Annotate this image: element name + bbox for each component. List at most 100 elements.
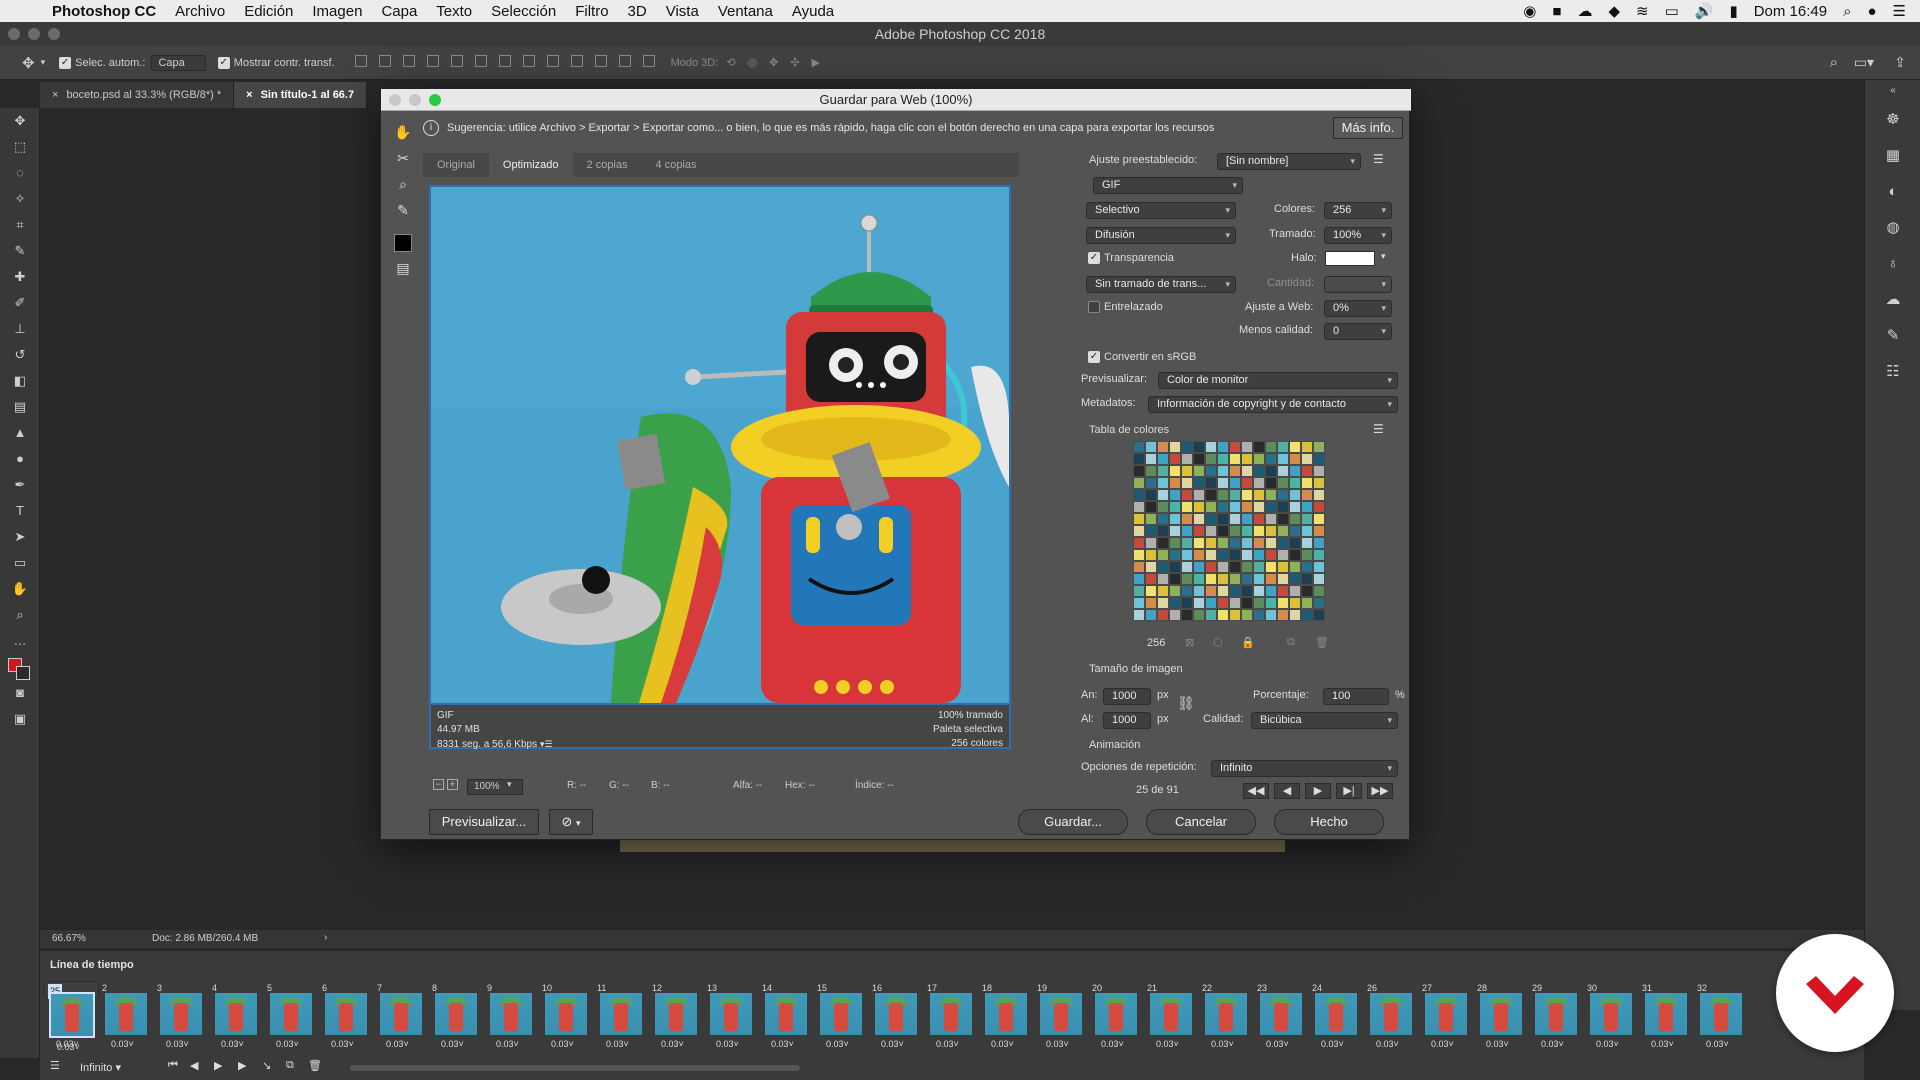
color-swatch[interactable] — [1145, 501, 1157, 513]
color-swatch[interactable] — [1265, 441, 1277, 453]
convert-srgb-checkbox[interactable]: ✓ Convertir en sRGB — [1088, 351, 1196, 364]
color-swatch[interactable] — [1193, 597, 1205, 609]
frame-thumbnail[interactable] — [325, 993, 367, 1035]
width-input[interactable]: 1000 — [1103, 688, 1151, 705]
lock-color-icon[interactable]: 🔒 — [1241, 636, 1255, 649]
color-swatch[interactable] — [1181, 609, 1193, 621]
transparency-dither-dropdown[interactable]: Sin tramado de trans... ▾ — [1086, 276, 1236, 293]
menu-seleccion[interactable]: Selección — [491, 3, 556, 20]
creative-cloud-icon[interactable]: ☁ — [1865, 282, 1920, 318]
color-swatch[interactable] — [1205, 525, 1217, 537]
minimize-window-button[interactable] — [28, 28, 40, 40]
frame-delay[interactable]: 0.03˅ — [386, 1039, 409, 1049]
frame-thumbnail[interactable] — [1260, 993, 1302, 1035]
last-frame-icon[interactable]: ▶▶ — [1367, 783, 1393, 799]
color-swatch[interactable] — [1289, 573, 1301, 585]
color-swatch[interactable] — [1157, 465, 1169, 477]
color-swatch[interactable] — [1157, 489, 1169, 501]
color-swatch[interactable] — [1169, 561, 1181, 573]
halo-color-swatch[interactable] — [1325, 251, 1375, 266]
color-swatch[interactable] — [1169, 465, 1181, 477]
siri-icon[interactable]: ● — [1867, 3, 1876, 20]
timeline-frame[interactable]: 7 0.03˅ — [374, 981, 429, 1051]
menu-imagen[interactable]: Imagen — [312, 3, 362, 20]
color-swatch[interactable] — [1301, 489, 1313, 501]
color-swatch[interactable] — [1277, 525, 1289, 537]
color-swatch[interactable] — [1265, 489, 1277, 501]
frame-delay[interactable]: 0.03˅ — [221, 1039, 244, 1049]
auto-align-icon[interactable] — [642, 55, 655, 67]
color-swatch[interactable] — [1313, 477, 1325, 489]
color-swatch[interactable] — [1217, 609, 1229, 621]
timeline-frame[interactable]: 2 0.03˅ — [99, 981, 154, 1051]
frame-thumbnail[interactable] — [1425, 993, 1467, 1035]
color-reduction-dropdown[interactable]: Selectivo ▾ — [1086, 202, 1236, 219]
frame-delay[interactable]: 0.03˅ — [1541, 1039, 1564, 1049]
frame-delay[interactable]: 0.03˅ — [936, 1039, 959, 1049]
dodge-tool-icon[interactable]: ● — [0, 446, 40, 472]
menu-capa[interactable]: Capa — [381, 3, 417, 20]
color-swatch[interactable] — [1277, 549, 1289, 561]
color-swatch[interactable] — [1241, 489, 1253, 501]
zoom-level[interactable]: 66.67% — [52, 933, 86, 944]
color-swatch[interactable] — [1133, 489, 1145, 501]
web-shift-icon[interactable]: ⬡ — [1213, 636, 1223, 649]
color-swatch[interactable] — [1169, 597, 1181, 609]
color-swatch[interactable] — [1205, 597, 1217, 609]
frame-delay[interactable]: 0.03˅ — [1651, 1039, 1674, 1049]
previous-frame-icon[interactable]: ◀︎ — [190, 1059, 198, 1072]
chevron-right-icon[interactable]: › — [324, 932, 327, 943]
hand-tool-icon[interactable]: ✋ — [0, 576, 40, 602]
color-swatch[interactable] — [1301, 477, 1313, 489]
color-swatch[interactable] — [1241, 585, 1253, 597]
color-swatch[interactable] — [1157, 525, 1169, 537]
color-swatch[interactable] — [1169, 453, 1181, 465]
chevron-down-icon[interactable]: ▾ — [1381, 251, 1386, 262]
frame-thumbnail[interactable] — [710, 993, 752, 1035]
frame-thumbnail[interactable] — [270, 993, 312, 1035]
timeline-frame[interactable]: 15 0.03˅ — [814, 981, 869, 1051]
brush-settings-icon[interactable]: ✎ — [1865, 318, 1920, 354]
quality-dropdown[interactable]: Bicúbica ▾ — [1251, 712, 1398, 729]
menu-vista[interactable]: Vista — [666, 3, 699, 20]
color-swatch[interactable] — [1181, 597, 1193, 609]
frame-delay[interactable]: 0.03˅ — [331, 1039, 354, 1049]
color-swatch[interactable] — [1241, 453, 1253, 465]
web-snap-field[interactable]: 0% ▾ — [1324, 300, 1392, 317]
color-swatch[interactable] — [1133, 609, 1145, 621]
color-swatch[interactable] — [1277, 573, 1289, 585]
frame-thumbnail[interactable] — [215, 993, 257, 1035]
color-swatch[interactable] — [1289, 489, 1301, 501]
frame-delay[interactable]: 0.03˅ — [1156, 1039, 1179, 1049]
frame-delay[interactable]: 0.03˅ — [57, 1040, 80, 1055]
dialog-zoom-button[interactable] — [429, 94, 441, 106]
align-bottom-icon[interactable] — [402, 55, 415, 67]
interlaced-checkbox[interactable]: Entrelazado — [1088, 301, 1163, 314]
color-swatch[interactable] — [1241, 501, 1253, 513]
color-swatch[interactable] — [1133, 573, 1145, 585]
color-swatch[interactable] — [1217, 465, 1229, 477]
frame-delay[interactable]: 0.03˅ — [826, 1039, 849, 1049]
color-swatches[interactable] — [0, 654, 40, 680]
spotlight-search-icon[interactable]: ⌕ — [1843, 3, 1851, 20]
color-swatch[interactable] — [1229, 561, 1241, 573]
timeline-frame[interactable]: 27 0.03˅ — [1419, 981, 1474, 1051]
frame-delay[interactable]: 0.03˅ — [496, 1039, 519, 1049]
link-icon[interactable]: ⛓ — [1177, 695, 1195, 712]
frame-thumbnail[interactable] — [1535, 993, 1577, 1035]
color-swatch[interactable] — [1229, 501, 1241, 513]
color-swatch[interactable] — [1313, 489, 1325, 501]
color-swatch[interactable] — [1193, 489, 1205, 501]
history-brush-icon[interactable]: ↺ — [0, 342, 40, 368]
color-swatch[interactable] — [1301, 573, 1313, 585]
tab-original[interactable]: Original — [423, 153, 489, 177]
color-swatch[interactable] — [1145, 549, 1157, 561]
map-color-icon[interactable]: ⊠ — [1185, 636, 1194, 649]
color-table-grid[interactable] — [1133, 441, 1329, 627]
color-swatch[interactable] — [1229, 441, 1241, 453]
align-left-icon[interactable] — [426, 55, 439, 67]
color-swatch[interactable] — [1313, 441, 1325, 453]
color-swatch[interactable] — [1289, 609, 1301, 621]
color-swatch[interactable] — [1217, 441, 1229, 453]
color-swatch[interactable] — [1193, 513, 1205, 525]
